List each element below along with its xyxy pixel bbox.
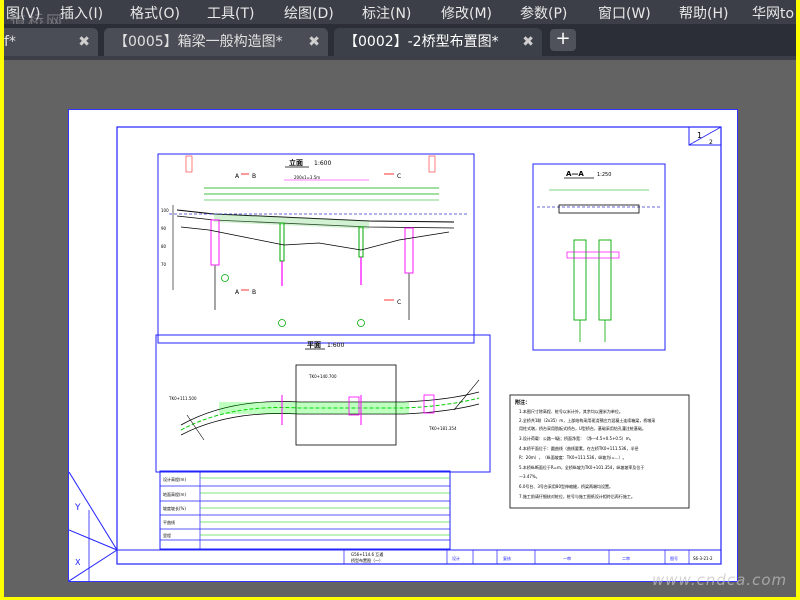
svg-text:A: A (235, 173, 240, 180)
title-sheet-code: S6-3-21-2 (693, 556, 713, 561)
notes-title: 附注： (515, 399, 530, 406)
sheet-total: 2 (709, 139, 713, 146)
svg-text:B: B (252, 173, 256, 180)
tab-label: 【0002】-2桥型布置图* (344, 34, 499, 50)
watermark-bottom: www.cndca.com (652, 571, 788, 589)
axis-y-mark: Y (74, 503, 81, 513)
tab-label: f* (4, 34, 16, 50)
menu-format[interactable]: 格式(O) (130, 3, 180, 23)
plan-title: 平面 (307, 341, 321, 349)
title-drawing-name: 桥型布置图（一） (351, 557, 383, 563)
svg-text:100: 100 (161, 208, 169, 213)
table-row-label: 里程 (163, 532, 171, 538)
menu-dimension[interactable]: 标注(N) (362, 3, 411, 23)
title-review-label: 复核 (503, 555, 511, 561)
close-icon[interactable]: ✖ (78, 28, 90, 56)
menu-parameters[interactable]: 参数(P) (520, 3, 567, 23)
svg-text:B: B (252, 289, 256, 296)
title-design-label: 设计 (452, 555, 460, 561)
svg-text:TK0+140.700: TK0+140.700 (308, 374, 337, 379)
drawing-sheet[interactable]: 1 2 Y X 立面 1:600 200x1=3.5m 100 90 80 70… (68, 109, 738, 582)
note-line: 5.本桥纵断面位于R=m，全桥纵坡为TK0+101.354，纵坡坡率及位于 (519, 464, 644, 470)
svg-text:A: A (235, 289, 240, 296)
ground-profile (180, 226, 450, 251)
elevation-scale: 1:600 (314, 160, 331, 167)
menu-draw[interactable]: 绘图(D) (284, 3, 334, 23)
note-line: 7.施工前请仔细核对桩位，桩号与施工图纸设计相符后再行施工。 (519, 493, 635, 499)
abutment-right (404, 227, 414, 274)
note-line: 用柱式墩，桥台采用肋板式桥台，U型桥台，基础采用钻孔灌注桩基础。 (519, 425, 646, 431)
svg-text:C: C (397, 173, 401, 180)
document-tab-bar: f* ✖ 【0005】箱梁一般构造图* ✖ 【0002】-2桥型布置图* ✖ (4, 24, 796, 56)
svg-text:90: 90 (161, 226, 167, 231)
profile-table (159, 470, 451, 550)
svg-text:C: C (397, 299, 401, 306)
svg-text:TK0+111.500: TK0+111.500 (168, 396, 197, 401)
section-title: A—A (566, 170, 584, 178)
close-icon[interactable]: ✖ (308, 28, 320, 56)
menu-bar: 图(V) 插入(I) 格式(O) 工具(T) 绘图(D) 标注(N) 修改(M)… (4, 0, 796, 24)
section-scale: 1:250 (597, 172, 611, 178)
elevation-view-frame (157, 153, 475, 344)
axis-x-mark: X (75, 558, 81, 567)
pier-1 (279, 222, 285, 262)
menu-insert[interactable]: 插入(I) (60, 3, 103, 23)
note-line: —3.47%。 (519, 474, 540, 479)
tab-box-girder[interactable]: 【0005】箱梁一般构造图* ✖ (104, 28, 328, 56)
title-sign-2: 二审 (622, 555, 630, 561)
title-project: G56+114.6 互通 (351, 551, 383, 557)
menu-modify[interactable]: 修改(M) (441, 3, 492, 23)
title-sign-1: 一审 (563, 555, 571, 561)
tab-partial[interactable]: f* ✖ (4, 28, 98, 56)
note-line: 6.0号台、3号台采用80型伸缩缝，桥梁两端均设置。 (519, 483, 613, 489)
svg-text:70: 70 (161, 262, 167, 267)
menu-tools[interactable]: 工具(T) (207, 3, 254, 23)
plan-scale: 1:600 (327, 342, 344, 349)
menu-help[interactable]: 帮助(H) (679, 3, 728, 23)
new-tab-button[interactable]: + (550, 29, 576, 51)
title-sheet-label: 图号 (670, 555, 678, 561)
table-row-label: 坡度坡长(%) (163, 505, 186, 511)
tab-label: 【0005】箱梁一般构造图* (114, 34, 283, 50)
svg-text:80: 80 (161, 244, 167, 249)
table-row-label: 地面高程(m) (163, 491, 186, 497)
note-line: R：20m），（纵面坡度：TK0+111.536，纵坡为i=...）。 (519, 454, 627, 460)
bridge-layout-drawing: 1 2 Y X 立面 1:600 200x1=3.5m 100 90 80 70… (69, 126, 722, 581)
note-line: 4.本桥平面位于：圆曲线（曲线要素，在左桥TK0+111.536，半径 (519, 445, 638, 451)
close-icon[interactable]: ✖ (522, 28, 534, 56)
note-line: 3.设计荷载：公路—I级；桥面净宽：（净—4.5+0.5+0.5）m。 (519, 435, 634, 441)
svg-text:TK0+181.354: TK0+181.354 (428, 426, 457, 431)
svg-text:200x1=3.5m: 200x1=3.5m (294, 175, 320, 180)
abutment-left (210, 219, 220, 266)
cad-window: 图(V) 插入(I) 格式(O) 工具(T) 绘图(D) 标注(N) 修改(M)… (4, 0, 796, 597)
table-row-label: 设计高程(m) (163, 476, 186, 482)
menu-huawang[interactable]: 华网to (752, 3, 794, 23)
elevation-title: 立面 (289, 158, 303, 167)
menu-window[interactable]: 窗口(W) (598, 3, 651, 23)
tab-bar-divider (4, 56, 796, 60)
pier-2 (358, 226, 364, 258)
note-line: 2.全桥共1联（2x35）m，上部结构采用现浇预应力混凝土连续箱梁，桥墩采 (519, 417, 655, 423)
sheet-number: 1 (697, 131, 702, 140)
tab-bridge-layout[interactable]: 【0002】-2桥型布置图* ✖ (334, 28, 542, 56)
note-line: 1.本图尺寸除高程、桩号以米计外，其余均以厘米为单位。 (519, 408, 623, 414)
table-row-label: 平曲线 (163, 519, 175, 525)
